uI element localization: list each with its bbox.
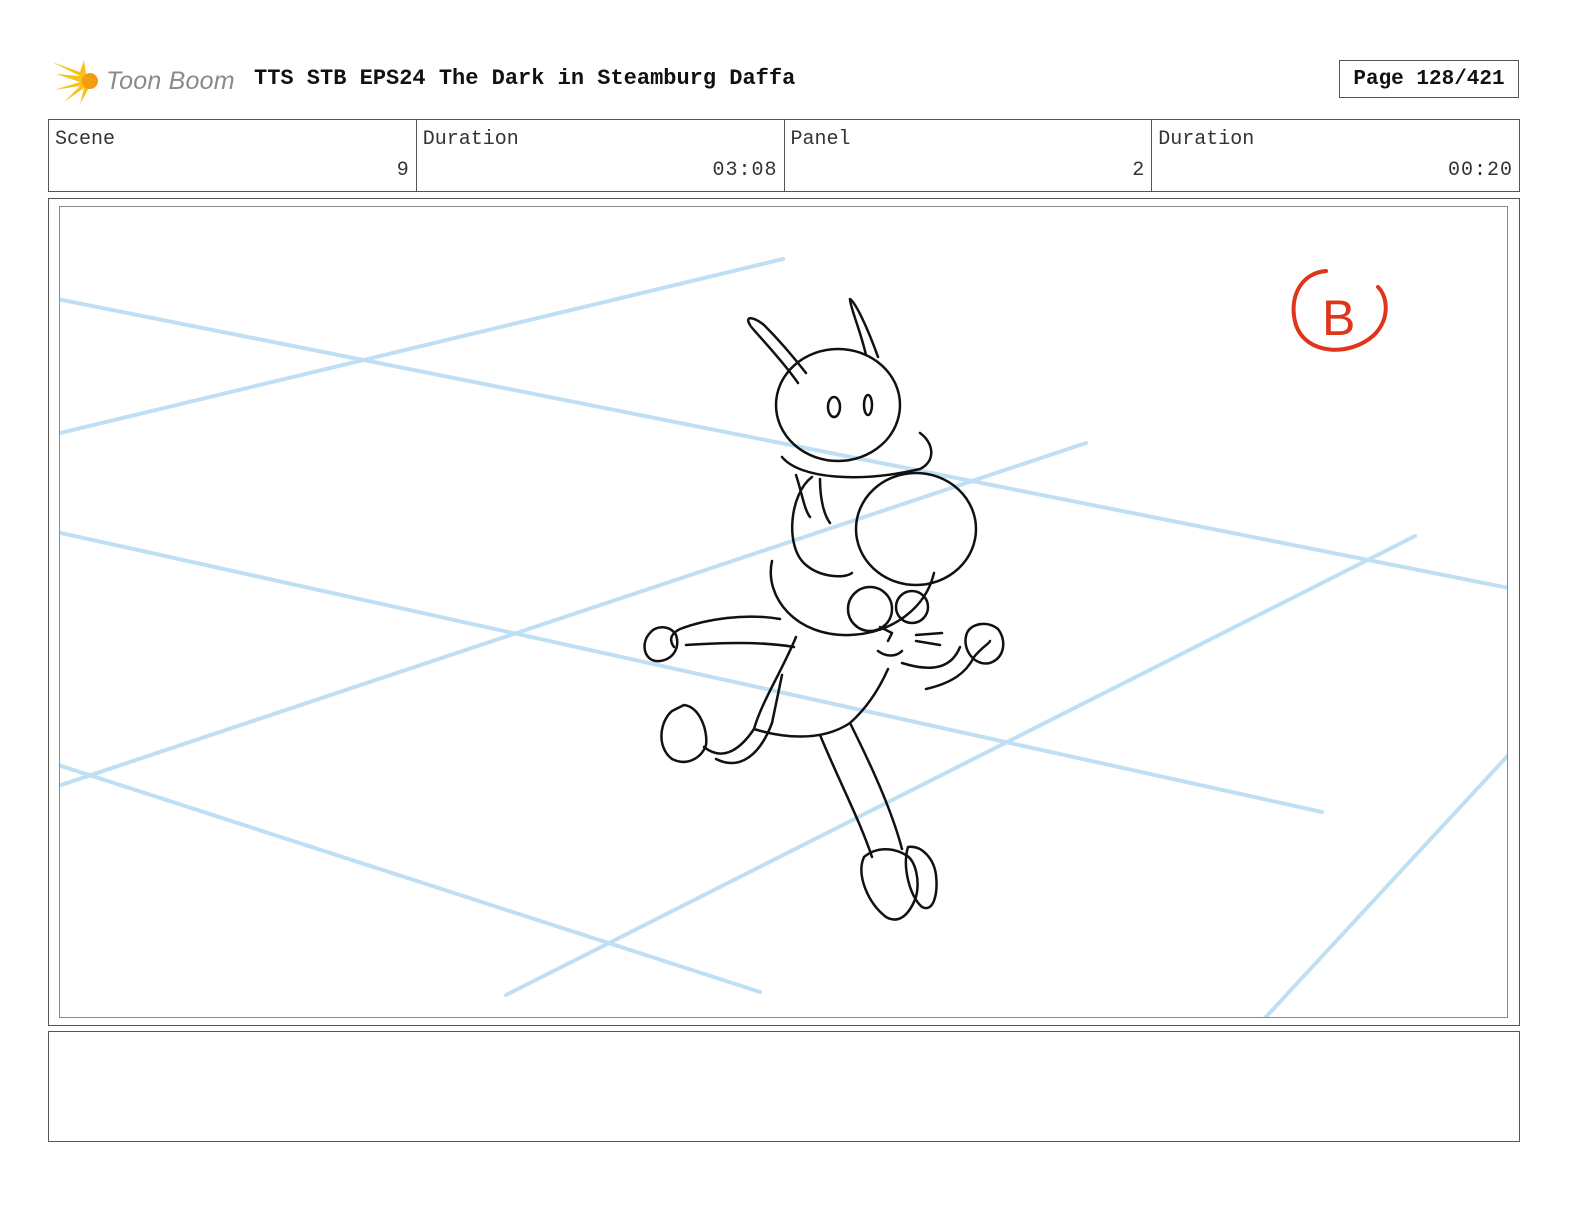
scene-value: 9	[396, 159, 410, 182]
perspective-guides	[60, 257, 1507, 1017]
scene-duration-cell: Duration 03:08	[417, 120, 785, 191]
scene-duration-label: Duration	[422, 128, 519, 151]
storyboard-panel: B	[59, 206, 1508, 1018]
starburst-icon	[52, 60, 98, 104]
toon-boom-logo: Toon Boom	[50, 54, 235, 108]
page-number: Page 128/421	[1339, 60, 1519, 98]
panel-cell: Panel 2	[785, 120, 1153, 191]
panel-duration-value: 00:20	[1447, 159, 1513, 182]
marker-b: B	[1291, 269, 1388, 352]
info-row: Scene 9 Duration 03:08 Panel 2 Duration …	[48, 119, 1520, 192]
panel-duration-label: Duration	[1158, 128, 1255, 151]
panel-frame: B	[48, 198, 1520, 1026]
scene-label: Scene	[55, 128, 116, 151]
scene-duration-value: 03:08	[712, 159, 778, 182]
logo-text: Toon Boom	[106, 66, 235, 95]
document-title: TTS STB EPS24 The Dark in Steamburg Daff…	[254, 66, 796, 91]
notes-box	[48, 1031, 1520, 1142]
panel-label: Panel	[790, 128, 851, 151]
marker-letter: B	[1322, 290, 1355, 346]
panel-value: 2	[1132, 159, 1146, 182]
character-sketch	[643, 297, 1005, 921]
panel-duration-cell: Duration 00:20	[1152, 120, 1519, 191]
panel-sketch: B	[60, 257, 1507, 1017]
scene-cell: Scene 9	[49, 120, 417, 191]
